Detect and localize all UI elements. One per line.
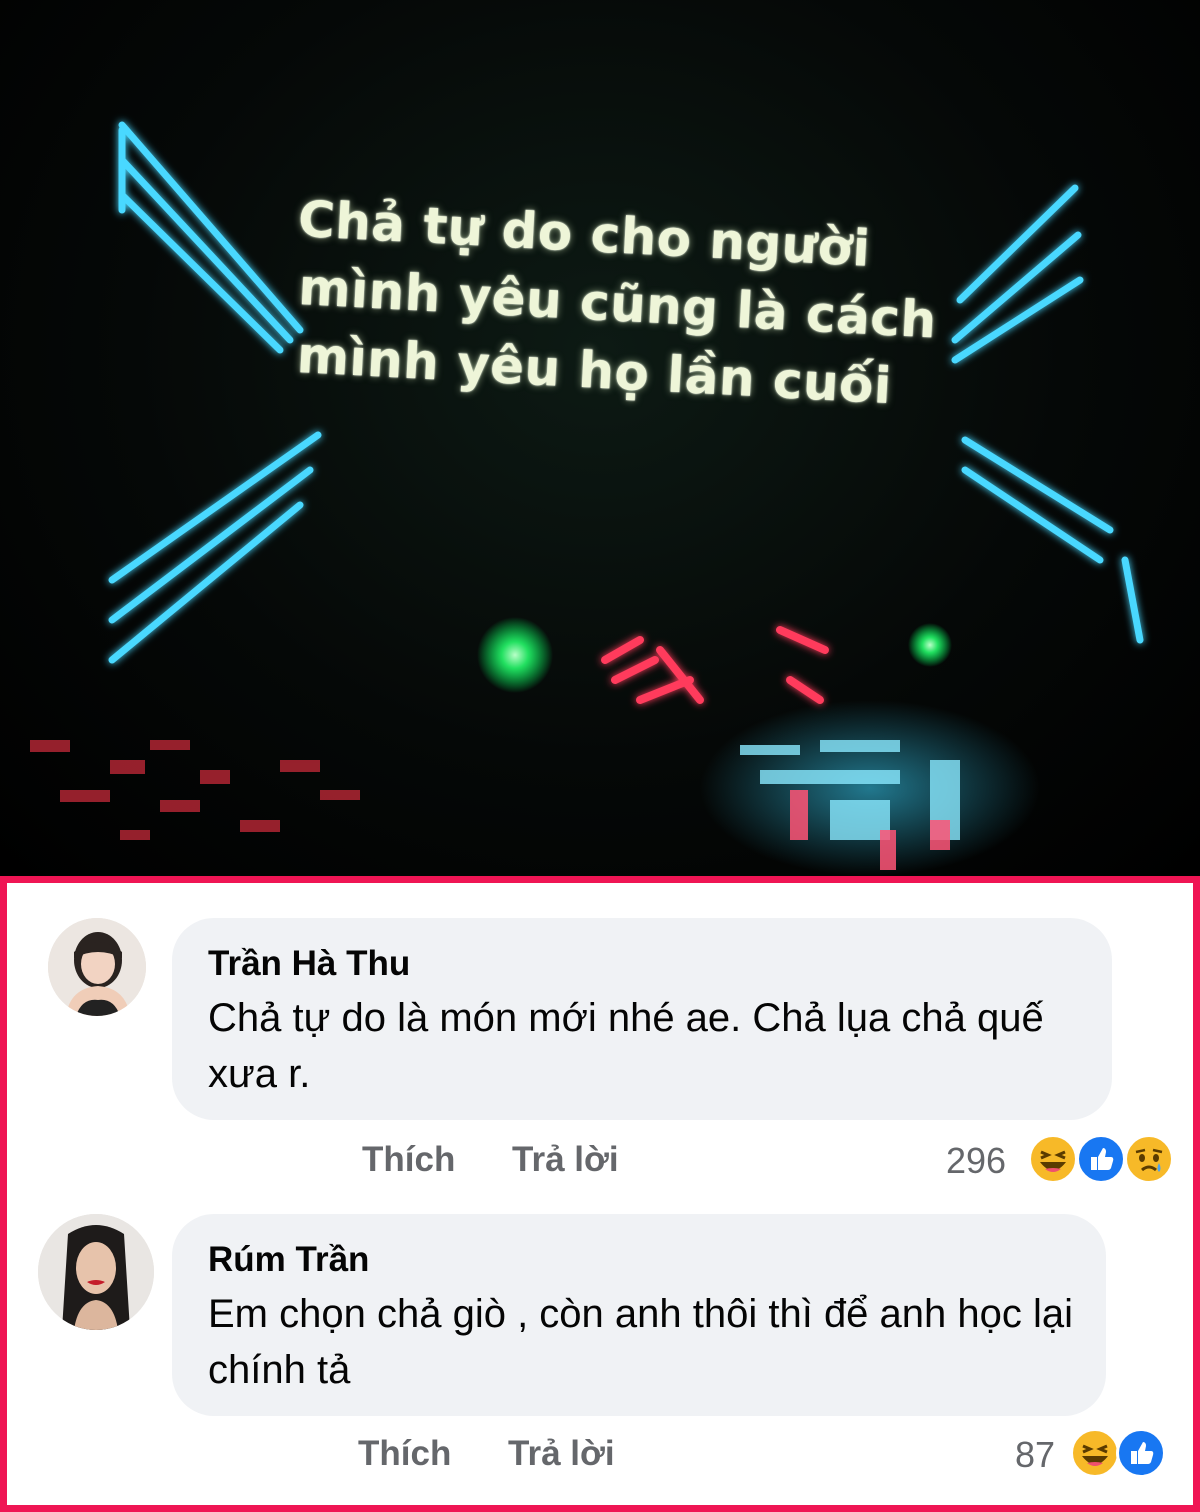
like-button[interactable]: Thích	[362, 1140, 455, 1180]
haha-icon	[1070, 1428, 1120, 1478]
like-icon	[1076, 1134, 1126, 1184]
commenter-name[interactable]: Trần Hà Thu	[208, 944, 410, 984]
reply-button[interactable]: Trả lời	[512, 1140, 619, 1180]
stage-lights	[30, 121, 1144, 876]
sad-icon	[1124, 1134, 1174, 1184]
reply-button[interactable]: Trả lời	[508, 1434, 615, 1474]
concert-photo: Chả tự do cho người mình yêu cũng là các…	[0, 0, 1200, 876]
reaction-count[interactable]: 87	[1015, 1434, 1055, 1476]
screenshot: Chả tự do cho người mình yêu cũng là các…	[0, 0, 1200, 1512]
screen-lyric-text: Chả tự do cho người mình yêu cũng là các…	[289, 185, 939, 421]
comment-text: Chả tự do là món mới nhé ae. Chả lụa chả…	[208, 996, 1044, 1096]
avatar[interactable]	[38, 1214, 154, 1330]
reaction-count[interactable]: 296	[946, 1140, 1006, 1182]
commenter-name[interactable]: Rúm Trần	[208, 1240, 369, 1280]
like-icon	[1116, 1428, 1166, 1478]
avatar[interactable]	[48, 918, 146, 1016]
like-button[interactable]: Thích	[358, 1434, 451, 1474]
comment-text: Em chọn chả giò , còn anh thôi thì để an…	[208, 1292, 1074, 1392]
haha-icon	[1028, 1134, 1078, 1184]
